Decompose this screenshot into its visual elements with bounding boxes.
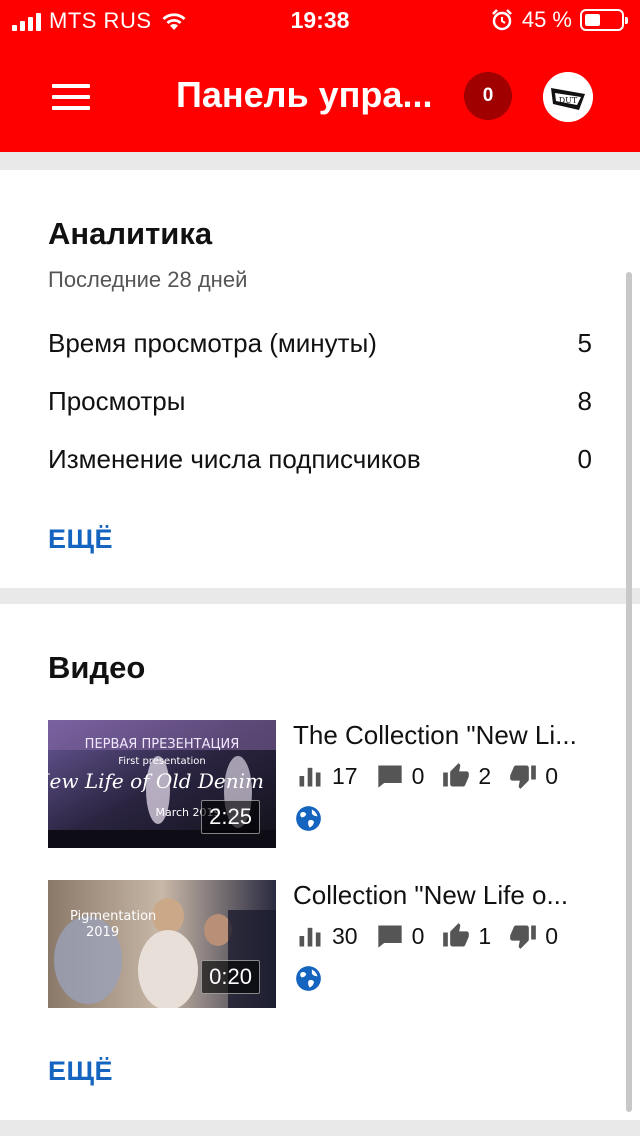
video-stats: 30 0 1 0 xyxy=(296,922,576,950)
thumbs-up-icon xyxy=(443,763,470,787)
public-globe-icon xyxy=(296,806,321,831)
video-item[interactable]: ПЕРВАЯ ПРЕЗЕНТАЦИЯ First presentation Ne… xyxy=(48,720,608,848)
scrollbar[interactable] xyxy=(626,272,632,1112)
thumbs-down-icon xyxy=(510,925,537,949)
comments-stat: 0 xyxy=(376,922,425,950)
analytics-more-link[interactable]: ЕЩЁ xyxy=(48,524,113,555)
thumbs-up-icon xyxy=(443,923,470,947)
comments-count: 0 xyxy=(411,762,425,789)
metric-row-views: Просмотры 8 xyxy=(48,386,592,417)
metric-label: Изменение числа подписчиков xyxy=(48,444,421,474)
video-title[interactable]: Collection "New Life o... xyxy=(293,880,593,911)
dislikes-count: 0 xyxy=(545,922,558,949)
videos-card: Видео ПЕРВАЯ ПРЕЗЕНТАЦИЯ First presentat… xyxy=(0,604,640,1120)
views-stat: 17 xyxy=(296,762,358,790)
svg-text:2019: 2019 xyxy=(86,925,119,940)
views-icon xyxy=(299,767,321,787)
comments-count: 0 xyxy=(411,922,425,949)
video-title[interactable]: The Collection "New Li... xyxy=(293,720,593,751)
page-title: Панель упра... xyxy=(176,74,433,115)
dislikes-stat: 0 xyxy=(509,762,558,790)
metric-value: 5 xyxy=(577,328,592,358)
battery-icon xyxy=(580,9,628,31)
metric-row-watch-time: Время просмотра (минуты) 5 xyxy=(48,328,592,359)
menu-icon[interactable] xyxy=(52,82,92,110)
views-stat: 30 xyxy=(296,922,358,950)
dislikes-stat: 0 xyxy=(509,922,558,950)
svg-text:First presentation: First presentation xyxy=(118,756,206,767)
metric-label: Просмотры xyxy=(48,386,186,416)
alarm-icon xyxy=(491,9,512,31)
videos-title: Видео xyxy=(48,650,146,685)
app-bar: Панель упра... 0 DUT xyxy=(0,40,640,152)
likes-stat: 1 xyxy=(442,922,491,950)
avatar-text: DUT xyxy=(559,96,578,105)
dislikes-count: 0 xyxy=(545,762,558,789)
comment-icon xyxy=(377,925,402,948)
thumbs-down-icon xyxy=(510,765,537,789)
likes-count: 2 xyxy=(478,762,492,789)
avatar-logo-icon: DUT xyxy=(543,72,593,122)
svg-text:ПЕРВАЯ ПРЕЗЕНТАЦИЯ: ПЕРВАЯ ПРЕЗЕНТАЦИЯ xyxy=(85,737,240,752)
views-icon xyxy=(299,927,321,947)
likes-stat: 2 xyxy=(442,762,491,790)
video-thumbnail[interactable]: ПЕРВАЯ ПРЕЗЕНТАЦИЯ First presentation Ne… xyxy=(48,720,276,848)
metric-row-subscribers: Изменение числа подписчиков 0 xyxy=(48,444,592,475)
status-bar: MTS RUS 19:38 45 % xyxy=(0,0,640,40)
comments-stat: 0 xyxy=(376,762,425,790)
svg-text:Pigmentation: Pigmentation xyxy=(70,909,156,924)
likes-count: 1 xyxy=(478,922,492,949)
videos-more-link[interactable]: ЕЩЁ xyxy=(48,1056,113,1087)
svg-text:New Life of Old Denim: New Life of Old Denim xyxy=(48,769,264,793)
video-item[interactable]: Pigmentation 2019 0:20 Collection "New L… xyxy=(48,880,608,1008)
battery-percent: 45 % xyxy=(521,7,572,32)
public-globe-icon xyxy=(296,966,321,991)
analytics-title: Аналитика xyxy=(48,216,213,251)
views-count: 30 xyxy=(332,922,358,949)
analytics-period: Последние 28 дней xyxy=(48,267,248,292)
battery-fill xyxy=(585,14,600,26)
video-duration: 0:20 xyxy=(201,960,260,994)
metric-value: 0 xyxy=(577,444,592,474)
comment-icon xyxy=(377,765,402,788)
video-thumbnail[interactable]: Pigmentation 2019 0:20 xyxy=(48,880,276,1008)
analytics-card: Аналитика Последние 28 дней Время просмо… xyxy=(0,170,640,588)
avatar[interactable]: DUT xyxy=(543,72,593,122)
views-count: 17 xyxy=(332,762,358,789)
metric-label: Время просмотра (минуты) xyxy=(48,328,377,358)
metric-value: 8 xyxy=(577,386,592,416)
notifications-button[interactable]: 0 xyxy=(464,72,512,120)
video-duration: 2:25 xyxy=(201,800,260,834)
status-right: 45 % xyxy=(490,7,628,33)
video-stats: 17 0 2 0 xyxy=(296,762,576,790)
